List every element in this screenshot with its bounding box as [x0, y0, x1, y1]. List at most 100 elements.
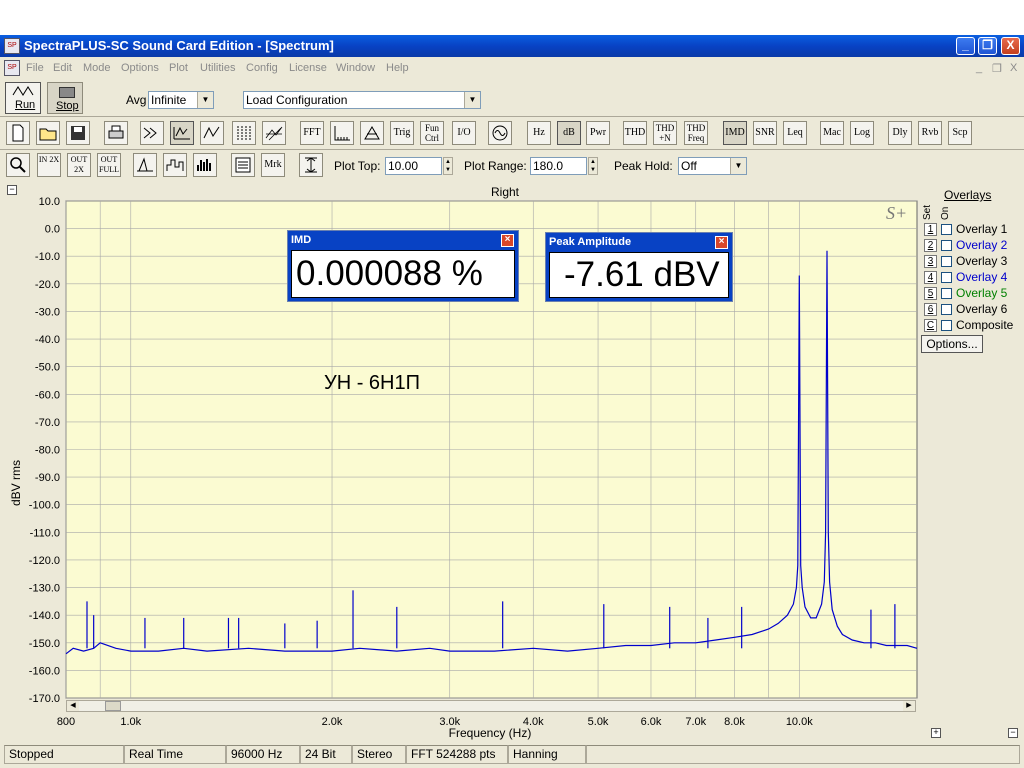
thd-button[interactable]: THD	[623, 121, 647, 145]
snr-button[interactable]: SNR	[753, 121, 777, 145]
zoom-in-2x-button[interactable]: IN 2X	[37, 153, 61, 177]
line-graph-button[interactable]	[133, 153, 157, 177]
spectrum-mode-button[interactable]	[170, 121, 194, 145]
close-icon[interactable]: ×	[501, 234, 514, 247]
overlay-on-checkbox[interactable]	[941, 224, 952, 235]
overlay-on-checkbox[interactable]	[941, 256, 952, 267]
overlay-set-button[interactable]: 4	[924, 271, 937, 284]
stop-button[interactable]: Stop	[47, 82, 83, 114]
step-graph-button[interactable]	[163, 153, 187, 177]
io-button[interactable]: I/O	[452, 121, 476, 145]
minimize-button[interactable]: _	[956, 37, 975, 55]
scroll-right-icon[interactable]: ▶	[903, 701, 915, 711]
sine-generator-button[interactable]	[488, 121, 512, 145]
new-file-button[interactable]	[6, 121, 30, 145]
fft-window-button[interactable]	[330, 121, 354, 145]
plot-range-spinner[interactable]: ▲ ▼	[588, 157, 598, 175]
imd-readout-window[interactable]: IMD × 0.000088 %	[287, 230, 519, 302]
overlay-set-button[interactable]: 2	[924, 239, 937, 252]
menu-utilities[interactable]: Utilities	[200, 62, 235, 74]
time-series-button[interactable]	[200, 121, 224, 145]
spectrogram-button[interactable]	[232, 121, 256, 145]
mdi-restore-button[interactable]: ❐	[992, 62, 1002, 75]
marker-button[interactable]: Mrk	[261, 153, 285, 177]
menu-file[interactable]: File	[26, 62, 44, 74]
bar-graph-button[interactable]	[193, 153, 217, 177]
menu-config[interactable]: Config	[246, 62, 278, 74]
menu-options[interactable]: Options	[121, 62, 159, 74]
restore-button[interactable]: ❐	[978, 37, 997, 55]
run-button[interactable]: Run	[5, 82, 41, 114]
overlay-options-button[interactable]: Options...	[921, 335, 983, 353]
function-control-button[interactable]: Fun Ctrl	[420, 121, 444, 145]
scope-button[interactable]: Scp	[948, 121, 972, 145]
menu-window[interactable]: Window	[336, 62, 375, 74]
plot-top-spinner[interactable]: ▲ ▼	[443, 157, 453, 175]
zoom-out-2x-button[interactable]: OUT 2X	[67, 153, 91, 177]
thd-freq-button[interactable]: THD Freq	[684, 121, 708, 145]
overlay-on-checkbox[interactable]	[941, 320, 952, 331]
chevron-down-icon[interactable]: ▼	[464, 92, 480, 108]
app-icon[interactable]: SP	[4, 38, 20, 54]
overlay-on-checkbox[interactable]	[941, 304, 952, 315]
chevron-down-icon[interactable]: ▼	[730, 158, 746, 174]
overlay-on-checkbox[interactable]	[941, 240, 952, 251]
mdi-minimize-button[interactable]: _	[976, 62, 982, 74]
overlay-on-checkbox[interactable]	[941, 272, 952, 283]
overlay-on-checkbox[interactable]	[941, 288, 952, 299]
scroll-thumb[interactable]	[105, 701, 121, 711]
close-icon[interactable]: ×	[715, 236, 728, 249]
document-icon[interactable]: SP	[4, 60, 20, 76]
open-button[interactable]	[36, 121, 60, 145]
overlay-set-button[interactable]: 3	[924, 255, 937, 268]
zoom-button[interactable]	[6, 153, 30, 177]
horizontal-scrollbar[interactable]: ◀ ▶	[66, 700, 916, 712]
autoscale-button[interactable]	[299, 153, 323, 177]
phase-button[interactable]	[360, 121, 384, 145]
reverb-button[interactable]: Rvb	[918, 121, 942, 145]
peak-hold-select[interactable]: Off ▼	[678, 157, 747, 175]
thd-n-button[interactable]: THD +N	[653, 121, 677, 145]
overlay-set-button[interactable]: 1	[924, 223, 937, 236]
plot-top-input[interactable]: 10.00	[385, 157, 442, 175]
overlay-set-button[interactable]: 5	[924, 287, 937, 300]
overlay-label: Overlay 1	[956, 222, 1008, 236]
expand-toggle[interactable]: +	[931, 728, 941, 738]
plot-range-input[interactable]: 180.0	[530, 157, 587, 175]
imd-button[interactable]: IMD	[723, 121, 747, 145]
title-bar[interactable]: SP SpectraPLUS-SC Sound Card Edition - […	[0, 35, 1024, 57]
menu-mode[interactable]: Mode	[83, 62, 111, 74]
collapse-toggle[interactable]: −	[1008, 728, 1018, 738]
log-button[interactable]: Log	[850, 121, 874, 145]
mdi-close-button[interactable]: X	[1010, 62, 1017, 74]
fft-button[interactable]: FFT	[300, 121, 324, 145]
hz-button[interactable]: Hz	[527, 121, 551, 145]
menu-edit[interactable]: Edit	[53, 62, 72, 74]
menu-plot[interactable]: Plot	[169, 62, 188, 74]
scroll-left-icon[interactable]: ◀	[67, 701, 79, 711]
generator-button[interactable]	[140, 121, 164, 145]
save-button[interactable]	[66, 121, 90, 145]
y-tick-label: -30.0	[35, 306, 60, 318]
leq-button[interactable]: Leq	[783, 121, 807, 145]
overlay-set-button[interactable]: 6	[924, 303, 937, 316]
text-window-button[interactable]	[231, 153, 255, 177]
avg-select[interactable]: Infinite ▼	[148, 91, 214, 109]
power-button[interactable]: Pwr	[586, 121, 610, 145]
db-button[interactable]: dB	[557, 121, 581, 145]
zoom-out-full-button[interactable]: OUT FULL	[97, 153, 121, 177]
overlay-label: Composite	[956, 318, 1014, 332]
overlay-set-button[interactable]: C	[924, 319, 937, 332]
menu-license[interactable]: License	[289, 62, 327, 74]
print-button[interactable]	[104, 121, 128, 145]
macro-button[interactable]: Mac	[820, 121, 844, 145]
3d-surface-button[interactable]	[262, 121, 286, 145]
y-tick-label: -90.0	[35, 472, 60, 484]
trigger-button[interactable]: Trig	[390, 121, 414, 145]
menu-help[interactable]: Help	[386, 62, 409, 74]
close-button[interactable]: X	[1001, 37, 1020, 55]
delay-button[interactable]: Dly	[888, 121, 912, 145]
chevron-down-icon[interactable]: ▼	[197, 92, 213, 108]
peak-amplitude-window[interactable]: Peak Amplitude × -7.61 dBV	[545, 232, 733, 302]
configuration-select[interactable]: Load Configuration ▼	[243, 91, 481, 109]
